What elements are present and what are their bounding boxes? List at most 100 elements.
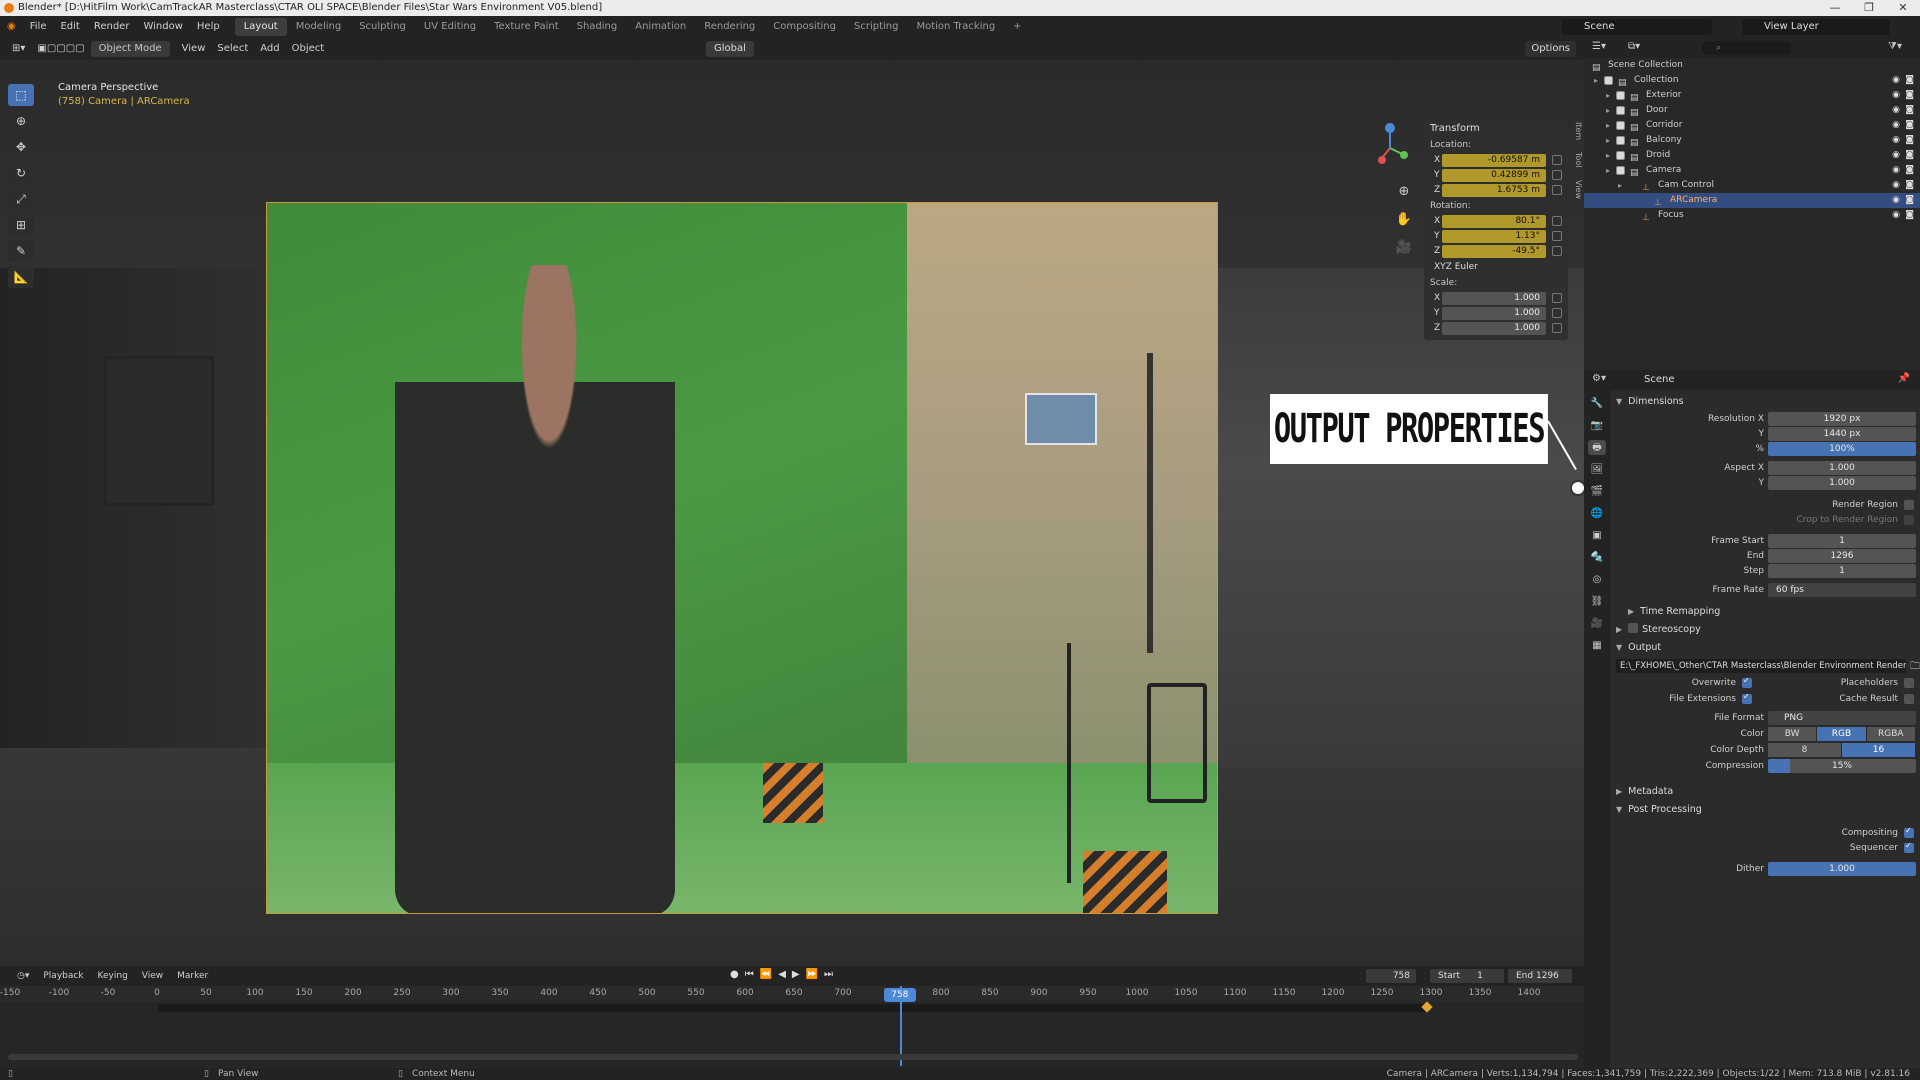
- visibility-eye-icon[interactable]: ◉: [1892, 103, 1900, 118]
- render-camera-icon[interactable]: ◙: [1905, 148, 1914, 163]
- file-extensions-checkbox[interactable]: [1742, 692, 1752, 704]
- visibility-eye-icon[interactable]: ◉: [1892, 208, 1900, 223]
- resolution-x-field[interactable]: 1920 px: [1768, 412, 1916, 426]
- lock-icon[interactable]: [1552, 246, 1562, 256]
- minimize-icon[interactable]: —: [1818, 0, 1852, 16]
- lock-icon[interactable]: [1552, 170, 1562, 180]
- collection-checkbox[interactable]: [1616, 136, 1625, 145]
- rotation-z-field[interactable]: -49.5°: [1442, 244, 1546, 258]
- rotation-x-field[interactable]: 80.1°: [1442, 214, 1546, 228]
- tab-animation[interactable]: Animation: [626, 18, 695, 36]
- tab-layout[interactable]: Layout: [234, 18, 287, 36]
- menu-select[interactable]: Select: [211, 38, 254, 60]
- lock-icon[interactable]: [1552, 231, 1562, 241]
- zoom-icon[interactable]: ⊕: [1394, 184, 1414, 204]
- transform-header[interactable]: Transform: [1430, 122, 1562, 136]
- camera-view-icon[interactable]: 🎥: [1394, 240, 1414, 260]
- outliner-row-scene-collection[interactable]: ▤ Scene Collection: [1584, 58, 1920, 73]
- placeholders-checkbox[interactable]: [1904, 678, 1914, 688]
- display-mode-icon[interactable]: ⧉▾: [1628, 41, 1640, 52]
- scale-icon[interactable]: ⤢: [8, 188, 34, 210]
- render-camera-icon[interactable]: ◙: [1905, 193, 1914, 208]
- folder-icon[interactable]: 🗀: [1910, 659, 1920, 676]
- lock-icon[interactable]: [1552, 308, 1562, 318]
- next-key-icon[interactable]: ⏩: [806, 969, 818, 980]
- properties-editor-icon[interactable]: ⚙▾: [1592, 373, 1606, 384]
- render-camera-icon[interactable]: ◙: [1905, 88, 1914, 103]
- timeline-editor-icon[interactable]: ◷▾: [10, 966, 36, 986]
- output-header[interactable]: ▼ Output: [1616, 640, 1916, 655]
- annotate-icon[interactable]: ✎: [8, 240, 34, 262]
- expand-arrow-icon[interactable]: ▸: [1618, 178, 1628, 193]
- lock-icon[interactable]: [1552, 216, 1562, 226]
- tab-modeling[interactable]: Modeling: [287, 18, 351, 36]
- maximize-icon[interactable]: ❐: [1852, 0, 1886, 16]
- menu-edit[interactable]: Edit: [53, 16, 86, 38]
- outliner-search-input[interactable]: ⌕: [1702, 41, 1792, 55]
- tab-compositing[interactable]: Compositing: [764, 18, 845, 36]
- constraints-tab-icon[interactable]: ⛓: [1588, 594, 1606, 609]
- blender-menu-icon[interactable]: ◉: [0, 16, 23, 38]
- render-camera-icon[interactable]: ◙: [1905, 133, 1914, 148]
- sequencer-checkbox[interactable]: [1904, 841, 1914, 853]
- dimensions-panel-header[interactable]: ▼ Dimensions: [1616, 394, 1916, 409]
- resolution-percent-slider[interactable]: 100%: [1768, 442, 1916, 456]
- location-y-field[interactable]: 0.42899 m: [1442, 168, 1546, 182]
- cursor-icon[interactable]: ⊕: [8, 110, 34, 132]
- transform-icon[interactable]: ⊞: [8, 214, 34, 236]
- rotation-mode-dropdown[interactable]: XYZ Euler: [1430, 260, 1562, 274]
- object-tab-icon[interactable]: ▣: [1588, 528, 1606, 543]
- measure-icon[interactable]: 📐: [8, 266, 34, 288]
- expand-arrow-icon[interactable]: ▸: [1606, 163, 1616, 178]
- lock-icon[interactable]: [1552, 323, 1562, 333]
- aspect-x-field[interactable]: 1.000: [1768, 461, 1916, 475]
- expand-arrow-icon[interactable]: ▸: [1606, 148, 1616, 163]
- select-mode-icons[interactable]: ▣▢▢▢▢: [31, 38, 90, 60]
- data-tab-icon[interactable]: 🎥: [1588, 616, 1606, 631]
- outliner-row-focus[interactable]: ⊥ Focus ◉ ◙: [1584, 208, 1920, 223]
- tab-item[interactable]: Item: [1572, 118, 1584, 145]
- visibility-eye-icon[interactable]: ◉: [1892, 88, 1900, 103]
- visibility-eye-icon[interactable]: ◉: [1892, 193, 1900, 208]
- view-layer-tab-icon[interactable]: 🖼: [1588, 462, 1606, 477]
- depth-8-option[interactable]: 8: [1768, 743, 1841, 757]
- play-reverse-icon[interactable]: ◀: [778, 969, 786, 980]
- menu-timeline-view[interactable]: View: [135, 966, 170, 986]
- navigation-gizmo[interactable]: [1360, 118, 1420, 178]
- rotation-y-field[interactable]: 1.13°: [1442, 229, 1546, 243]
- compositing-checkbox[interactable]: [1904, 826, 1914, 838]
- menu-view[interactable]: View: [176, 38, 212, 60]
- outliner[interactable]: ☰▾ ⧉▾ ⌕ ⧩▾ ▤ Scene Collection ▸ ▤ Collection…: [1584, 38, 1920, 370]
- jump-end-icon[interactable]: ⏭: [824, 969, 833, 980]
- collection-checkbox[interactable]: [1604, 76, 1613, 85]
- menu-render[interactable]: Render: [87, 16, 137, 38]
- scene-tab-icon[interactable]: 🎬: [1588, 484, 1606, 499]
- view-layer-selector[interactable]: View Layer: [1742, 19, 1890, 35]
- physics-tab-icon[interactable]: ◎: [1588, 572, 1606, 587]
- outliner-row-droid[interactable]: ▸ ▤ Droid ◉ ◙: [1584, 148, 1920, 163]
- aspect-y-field[interactable]: 1.000: [1768, 476, 1916, 490]
- outliner-row-arcamera[interactable]: ⊥ ARCamera ◉ ◙: [1584, 193, 1920, 208]
- outliner-row-camera[interactable]: ▸ ▤ Camera ◉ ◙: [1584, 163, 1920, 178]
- outliner-row-door[interactable]: ▸ ▤ Door ◉ ◙: [1584, 103, 1920, 118]
- color-bw-option[interactable]: BW: [1768, 727, 1817, 741]
- frame-step-field[interactable]: 1: [1768, 564, 1916, 578]
- render-region-checkbox[interactable]: [1904, 500, 1914, 510]
- collection-checkbox[interactable]: [1616, 121, 1625, 130]
- visibility-eye-icon[interactable]: ◉: [1892, 118, 1900, 133]
- outliner-row-balcony[interactable]: ▸ ▤ Balcony ◉ ◙: [1584, 133, 1920, 148]
- visibility-eye-icon[interactable]: ◉: [1892, 73, 1900, 88]
- expand-arrow-icon[interactable]: ▸: [1606, 103, 1616, 118]
- outliner-row-collection[interactable]: ▸ ▤ Collection ◉ ◙: [1584, 73, 1920, 88]
- tab-texture-paint[interactable]: Texture Paint: [485, 18, 568, 36]
- menu-object[interactable]: Object: [286, 38, 331, 60]
- compression-slider[interactable]: 15%: [1768, 759, 1916, 773]
- lock-icon[interactable]: [1552, 293, 1562, 303]
- tab-motion-tracking[interactable]: Motion Tracking: [907, 18, 1004, 36]
- object-mode-dropdown[interactable]: Object Mode: [90, 41, 170, 57]
- stereoscopy-header[interactable]: ▶ Stereoscopy: [1616, 622, 1916, 637]
- collection-checkbox[interactable]: [1616, 106, 1625, 115]
- move-icon[interactable]: ✥: [8, 136, 34, 158]
- collection-checkbox[interactable]: [1616, 91, 1625, 100]
- render-camera-icon[interactable]: ◙: [1905, 118, 1914, 133]
